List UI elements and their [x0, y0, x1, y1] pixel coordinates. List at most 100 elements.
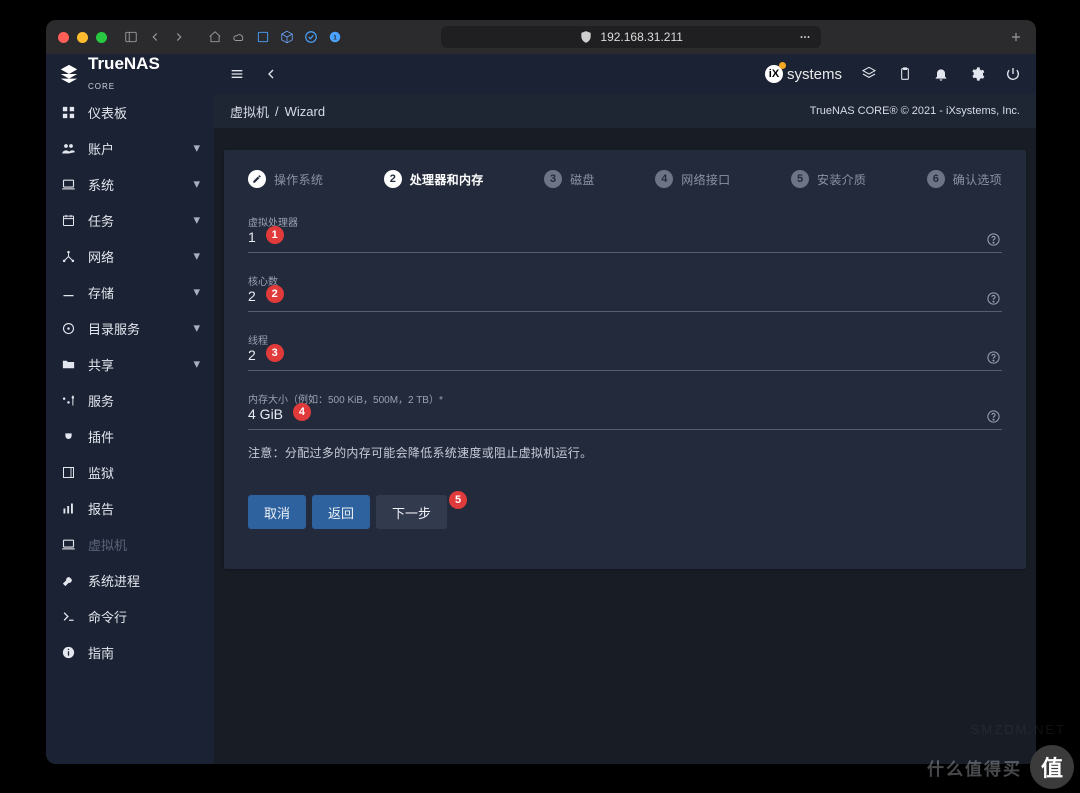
brand[interactable]: TrueNAS CORE [46, 54, 214, 94]
sidebar-item-6[interactable]: 目录服务 ▾ [46, 310, 214, 346]
help-icon[interactable] [986, 291, 1002, 307]
new-tab-icon[interactable] [1008, 29, 1024, 45]
sidebar-item-label: 目录服务 [88, 319, 181, 338]
disc-icon [60, 320, 76, 336]
menu-icon[interactable] [228, 65, 246, 83]
sidebar-item-label: 系统 [88, 175, 181, 194]
chevron-left-icon[interactable] [147, 29, 163, 45]
step-label: 磁盘 [570, 171, 595, 188]
field-cores: 核心数 2 2 [248, 261, 1002, 312]
annotation-4: 4 [293, 403, 311, 421]
gear-icon[interactable] [968, 65, 986, 83]
stepper: 操作系统2处理器和内存3磁盘4网络接口5安装介质6确认选项 [248, 170, 1002, 188]
field-vcpu-input[interactable]: 1 1 [248, 229, 978, 248]
sidebar-item-10[interactable]: 监狱 [46, 454, 214, 490]
pencil-icon [248, 170, 266, 188]
cancel-button[interactable]: 取消 [248, 495, 306, 529]
help-icon[interactable] [986, 232, 1002, 248]
sidebar-item-9[interactable]: 插件 [46, 418, 214, 454]
one-badge-icon[interactable]: 1 [327, 29, 343, 45]
chevron-down-icon: ▾ [193, 356, 200, 372]
annotation-5: 5 [449, 491, 467, 509]
brand-icon [58, 63, 80, 85]
field-threads-input[interactable]: 2 3 [248, 347, 978, 366]
mac-window: 1 192.168.31.211 TrueNAS CORE [46, 20, 1036, 764]
step-number: 6 [927, 170, 945, 188]
sidebar-item-label: 指南 [88, 643, 200, 662]
field-memory-label: 内存大小（例如：500 KiB，500M，2 TB）* [248, 391, 1002, 406]
sidebar-item-5[interactable]: 存储▾ [46, 274, 214, 310]
home-icon[interactable] [207, 29, 223, 45]
sidebar-item-2[interactable]: 系统 ▾ [46, 166, 214, 202]
step-2[interactable]: 2处理器和内存 [384, 170, 484, 188]
help-icon[interactable] [986, 350, 1002, 366]
truecommand-icon[interactable] [860, 65, 878, 83]
chevron-right-icon[interactable] [171, 29, 187, 45]
sidebar-item-label: 系统进程 [88, 571, 200, 590]
sidebar-item-14[interactable]: 命令行 [46, 598, 214, 634]
step-1[interactable]: 操作系统 [248, 170, 323, 188]
field-cores-input[interactable]: 2 2 [248, 288, 978, 307]
ixsystems-link[interactable]: iX systems [765, 65, 842, 83]
cube-icon[interactable] [279, 29, 295, 45]
dashboard-icon [60, 104, 76, 120]
url-bar[interactable]: 192.168.31.211 [441, 26, 821, 48]
laptop-icon [60, 536, 76, 552]
close-window-button[interactable] [58, 32, 69, 43]
breadcrumb-current: Wizard [285, 104, 325, 119]
sidebar-item-label: 账户 [88, 139, 181, 158]
minimize-window-button[interactable] [77, 32, 88, 43]
clipboard-icon[interactable] [896, 65, 914, 83]
help-icon[interactable] [986, 409, 1002, 425]
maximize-window-button[interactable] [96, 32, 107, 43]
step-number: 3 [544, 170, 562, 188]
sidebar-item-4[interactable]: 网络▾ [46, 238, 214, 274]
step-label: 处理器和内存 [410, 171, 484, 188]
sidebar-item-label: 报告 [88, 499, 200, 518]
jail-icon [60, 464, 76, 480]
sidebar-item-15[interactable]: 指南 [46, 634, 214, 670]
power-icon[interactable] [1004, 65, 1022, 83]
shield-icon [578, 29, 594, 45]
sidebar-toggle-icon[interactable] [123, 29, 139, 45]
terminal-icon [60, 608, 76, 624]
annotation-3: 3 [266, 344, 284, 362]
sidebar-item-11[interactable]: 报告 [46, 490, 214, 526]
chevron-down-icon: ▾ [193, 176, 200, 192]
chevron-down-icon: ▾ [193, 284, 200, 300]
back-icon[interactable] [262, 65, 280, 83]
sidebar-item-label: 插件 [88, 427, 200, 446]
sliders-icon [60, 392, 76, 408]
brand-name: TrueNAS [88, 54, 160, 73]
reader-icon[interactable] [797, 29, 813, 45]
sidebar-item-7[interactable]: 共享▾ [46, 346, 214, 382]
sidebar-item-1[interactable]: 账户 ▾ [46, 130, 214, 166]
sidebar-item-3[interactable]: 任务▾ [46, 202, 214, 238]
watermark: SMZDM.NET [971, 722, 1066, 737]
promo: 什么值得买 值 [927, 745, 1074, 789]
step-number: 5 [791, 170, 809, 188]
next-button[interactable]: 下一步 [376, 495, 447, 529]
promo-badge[interactable]: 值 [1030, 745, 1074, 789]
step-number: 4 [655, 170, 673, 188]
annotation-2: 2 [266, 285, 284, 303]
js-badge-icon[interactable] [255, 29, 271, 45]
chevron-down-icon: ▾ [193, 320, 200, 336]
field-threads-label: 线程 [248, 332, 1002, 347]
ixsystems-label: systems [787, 66, 842, 83]
cloud-icon[interactable] [231, 29, 247, 45]
check-circle-icon[interactable] [303, 29, 319, 45]
sidebar-item-12[interactable]: 虚拟机 [46, 526, 214, 562]
field-memory-input[interactable]: 4 GiB 4 [248, 406, 978, 425]
back-button[interactable]: 返回 [312, 495, 370, 529]
chevron-down-icon: ▾ [193, 140, 200, 156]
sidebar-item-8[interactable]: 服务 [46, 382, 214, 418]
bell-icon[interactable] [932, 65, 950, 83]
sidebar: 仪表板账户▾系统▾任务▾网络▾存储▾目录服务▾共享▾服务插件监狱报告虚拟机系统进… [46, 94, 214, 764]
people-icon [60, 140, 76, 156]
breadcrumb-root[interactable]: 虚拟机 [230, 102, 269, 121]
wizard-panel: 操作系统2处理器和内存3磁盘4网络接口5安装介质6确认选项 虚拟处理器 1 1 [224, 150, 1026, 569]
sidebar-item-0[interactable]: 仪表板 [46, 94, 214, 130]
step-6: 6确认选项 [927, 170, 1002, 188]
sidebar-item-13[interactable]: 系统进程 [46, 562, 214, 598]
